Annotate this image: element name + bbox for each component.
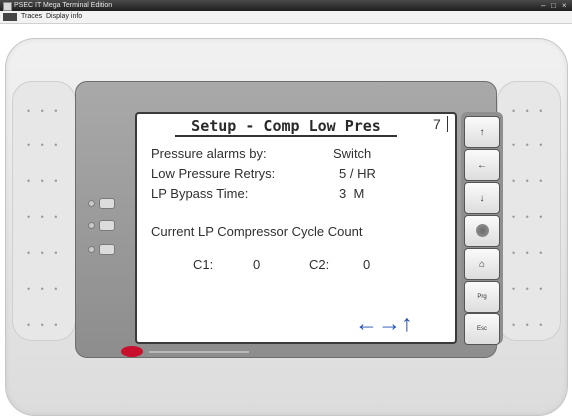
- pressure-alarms-label: Pressure alarms by:: [151, 146, 267, 161]
- prg-key-label: Prg: [477, 294, 487, 300]
- window-title: PSEC IT Mega Terminal Edition: [14, 2, 113, 9]
- up-key[interactable]: ↑: [464, 116, 500, 148]
- low-pressure-retrys-label: Low Pressure Retrys:: [151, 166, 276, 181]
- c1-label: C1:: [193, 257, 214, 272]
- brand-logo: [121, 346, 261, 358]
- status-led-3: [88, 244, 118, 255]
- app-icon: [3, 2, 12, 11]
- menu-key[interactable]: [464, 215, 500, 247]
- arrow-down-icon: ↓: [479, 193, 485, 204]
- home-icon: ⌂: [478, 259, 486, 270]
- screen-header: Setup - Comp Low Pres: [175, 117, 397, 137]
- page-number: 7: [433, 116, 448, 132]
- menubar: Traces Display info: [0, 11, 572, 24]
- logo-icon: [121, 346, 143, 357]
- menu-item-traces[interactable]: Traces: [21, 11, 42, 23]
- keypad: ↑ ← ↓ ⌂ Prg Esc: [461, 112, 503, 345]
- close-button[interactable]: ×: [562, 0, 567, 11]
- esc-key[interactable]: Esc: [464, 313, 500, 345]
- status-led-2: [88, 220, 118, 231]
- down-key[interactable]: ↓: [464, 182, 500, 214]
- lp-bypass-time-value[interactable]: 3 M: [339, 186, 364, 202]
- c1-value: 0: [253, 257, 261, 272]
- logo-tagline: [149, 351, 249, 353]
- cycle-count-title: Current LP Compressor Cycle Count: [151, 224, 363, 239]
- c2-label: C2:: [309, 257, 330, 272]
- menu-item-display-info[interactable]: Display info: [46, 11, 82, 23]
- prg-key[interactable]: Prg: [464, 281, 500, 313]
- knob-icon: [475, 224, 489, 237]
- lcd-screen: Setup - Comp Low Pres 7 Pressure alarms …: [135, 112, 457, 344]
- toolbar-icon[interactable]: [3, 13, 17, 21]
- lp-bypass-time-label: LP Bypass Time:: [151, 186, 249, 201]
- pressure-alarms-value[interactable]: Switch: [333, 146, 371, 162]
- enter-key[interactable]: ←: [464, 149, 500, 181]
- maximize-button[interactable]: □: [551, 0, 556, 11]
- window-titlebar: PSEC IT Mega Terminal Edition – □ ×: [0, 0, 572, 11]
- right-speaker-grille: • • • • • • • • • • • • • • • • • • • • …: [497, 81, 561, 341]
- esc-key-label: Esc: [476, 326, 487, 332]
- home-key[interactable]: ⌂: [464, 248, 500, 280]
- enter-icon: ←: [477, 160, 487, 171]
- arrow-up-icon: ↑: [479, 127, 485, 138]
- status-led-1: [88, 198, 118, 209]
- c2-value: 0: [363, 257, 371, 272]
- navigation-arrows-icon: ←→↑: [355, 310, 413, 336]
- minimize-button[interactable]: –: [541, 0, 545, 11]
- left-speaker-grille: • • • • • • • • • • • • • • • • • • • • …: [12, 81, 76, 341]
- low-pressure-retrys-value[interactable]: 5 / HR: [339, 166, 376, 182]
